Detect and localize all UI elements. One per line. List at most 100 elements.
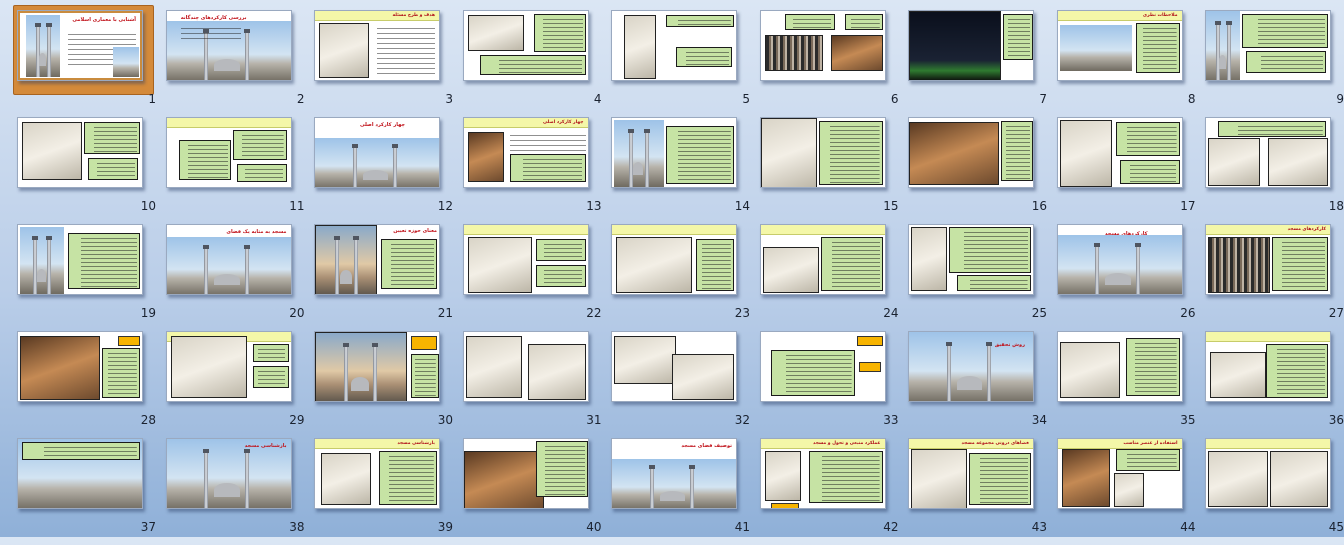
slide-preview[interactable] xyxy=(759,331,886,402)
slide-preview[interactable] xyxy=(314,331,440,402)
slide-thumbnail-27[interactable]: کارکردهای مسجد 27 xyxy=(1205,224,1344,331)
slide-thumbnail-10[interactable]: 10 xyxy=(17,117,166,224)
slide-photo xyxy=(1059,120,1112,187)
slide-preview[interactable] xyxy=(611,331,737,402)
slide-preview[interactable]: آشنایی با معماری اسلامی xyxy=(17,10,143,81)
slide-thumbnail-45[interactable]: 45 xyxy=(1205,438,1344,545)
slide-preview[interactable] xyxy=(611,10,737,81)
slide-number: 15 xyxy=(883,199,899,213)
slide-preview[interactable] xyxy=(462,10,589,81)
slide-thumbnail-13[interactable]: چهار کارکرد اصلی 13 xyxy=(462,117,612,224)
slide-preview[interactable]: بررسی کارکردهای چندگانه xyxy=(165,10,292,81)
slide-preview[interactable]: معنای حوزه تعیین xyxy=(314,224,440,295)
slide-thumbnail-19[interactable]: 19 xyxy=(17,224,166,331)
slide-thumbnail-29[interactable]: 29 xyxy=(165,331,315,438)
slide-preview[interactable] xyxy=(1056,117,1183,188)
slide-thumbnail-30[interactable]: 30 xyxy=(314,331,463,438)
slide-thumbnail-25[interactable]: 25 xyxy=(908,224,1057,331)
slide-preview[interactable] xyxy=(611,224,737,295)
slide-preview[interactable]: فضاهای درونی مجموعه مسجد xyxy=(908,438,1034,509)
slide-preview[interactable] xyxy=(908,117,1034,188)
slide-thumbnail-35[interactable]: 35 xyxy=(1056,331,1206,438)
slide-preview[interactable] xyxy=(165,331,292,402)
slide-thumbnail-38[interactable]: بازشناسی مسجد 38 xyxy=(165,438,315,545)
slide-preview[interactable]: استفاده از عنصر مناسب xyxy=(1056,438,1183,509)
slide-preview[interactable] xyxy=(611,117,737,188)
slide-thumbnail-41[interactable]: توصیف فضای مسجد 41 xyxy=(611,438,760,545)
text-box xyxy=(22,442,140,460)
slide-thumbnail-16[interactable]: 16 xyxy=(908,117,1057,224)
slide-preview[interactable]: توصیف فضای مسجد xyxy=(611,438,737,509)
slide-thumbnail-12[interactable]: چهار کارکرد اصلی 12 xyxy=(314,117,463,224)
slide-thumbnail-26[interactable]: کارکردهای مسجد 26 xyxy=(1056,224,1206,331)
slide-thumbnail-43[interactable]: فضاهای درونی مجموعه مسجد 43 xyxy=(908,438,1057,545)
slide-thumbnail-32[interactable]: 32 xyxy=(611,331,760,438)
slide-photo xyxy=(1208,237,1270,293)
slide-thumbnail-28[interactable]: 28 xyxy=(17,331,166,438)
slide-preview[interactable] xyxy=(1205,117,1331,188)
slide-thumbnail-40[interactable]: 40 xyxy=(462,438,612,545)
slide-preview[interactable] xyxy=(759,117,886,188)
slide-preview[interactable] xyxy=(462,331,589,402)
slide-thumbnail-9[interactable]: 9 xyxy=(1205,10,1344,117)
slide-thumbnail-11[interactable]: 11 xyxy=(165,117,315,224)
slide-thumbnail-15[interactable]: 15 xyxy=(759,117,909,224)
slide-thumbnail-18[interactable]: 18 xyxy=(1205,117,1344,224)
slide-thumbnail-2[interactable]: بررسی کارکردهای چندگانه 2 xyxy=(165,10,315,117)
slide-thumbnail-14[interactable]: 14 xyxy=(611,117,760,224)
slide-thumbnail-24[interactable]: 24 xyxy=(759,224,909,331)
slide-preview[interactable]: عملکرد منبعی و تحول و مسجد xyxy=(759,438,886,509)
slide-photo xyxy=(321,453,371,505)
slide-thumbnail-20[interactable]: مسجد به مثابه یک فضای 20 xyxy=(165,224,315,331)
slide-preview[interactable] xyxy=(165,117,292,188)
slide-thumbnail-34[interactable]: روش تحقیق 34 xyxy=(908,331,1057,438)
slide-preview[interactable]: چهار کارکرد اصلی xyxy=(462,117,589,188)
slide-preview[interactable] xyxy=(17,438,143,509)
slide-preview[interactable]: ملاحظات نظری xyxy=(1056,10,1183,81)
slide-preview[interactable]: مسجد به مثابه یک فضای xyxy=(165,224,292,295)
slide-preview[interactable]: کارکردهای مسجد xyxy=(1205,224,1331,295)
slide-preview[interactable] xyxy=(17,117,143,188)
slide-preview[interactable]: چهار کارکرد اصلی xyxy=(314,117,440,188)
slide-number: 25 xyxy=(1031,306,1047,320)
slide-preview[interactable] xyxy=(908,10,1034,81)
slide-thumbnail-36[interactable]: 36 xyxy=(1205,331,1344,438)
slide-preview[interactable] xyxy=(759,224,886,295)
slide-thumbnail-37[interactable]: 37 xyxy=(17,438,166,545)
slide-thumbnail-31[interactable]: 31 xyxy=(462,331,612,438)
slide-thumbnail-8[interactable]: ملاحظات نظری 8 xyxy=(1056,10,1206,117)
slide-preview[interactable] xyxy=(17,224,143,295)
slide-thumbnail-1[interactable]: آشنایی با معماری اسلامی 1 xyxy=(13,5,166,117)
text-box xyxy=(666,126,734,184)
slide-preview[interactable] xyxy=(462,438,589,509)
slide-thumbnail-5[interactable]: 5 xyxy=(611,10,760,117)
slide-preview[interactable] xyxy=(17,331,143,402)
slide-thumbnail-6[interactable]: 6 xyxy=(759,10,909,117)
slide-preview[interactable] xyxy=(1205,331,1331,402)
slide-preview[interactable] xyxy=(1205,10,1331,81)
slide-preview[interactable]: هدف و طرح مسئله xyxy=(314,10,440,81)
slide-thumbnail-4[interactable]: 4 xyxy=(462,10,612,117)
slide-preview[interactable] xyxy=(1056,331,1183,402)
slide-preview[interactable] xyxy=(462,224,589,295)
slide-preview[interactable]: روش تحقیق xyxy=(908,331,1034,402)
slide-thumbnail-42[interactable]: عملکرد منبعی و تحول و مسجد 42 xyxy=(759,438,909,545)
slide-number: 34 xyxy=(1031,413,1047,427)
slide-thumbnail-23[interactable]: 23 xyxy=(611,224,760,331)
slide-preview[interactable]: بازشناسی مسجد xyxy=(314,438,440,509)
slide-thumbnail-7[interactable]: 7 xyxy=(908,10,1057,117)
slide-preview[interactable] xyxy=(759,10,886,81)
slide-thumbnail-3[interactable]: هدف و طرح مسئله 3 xyxy=(314,10,463,117)
slide-preview[interactable]: بازشناسی مسجد xyxy=(165,438,292,509)
slide-thumbnail-22[interactable]: 22 xyxy=(462,224,612,331)
slide-photo xyxy=(467,15,524,51)
slide-thumbnail-21[interactable]: معنای حوزه تعیین 21 xyxy=(314,224,463,331)
slide-thumbnail-17[interactable]: 17 xyxy=(1056,117,1206,224)
slide-thumbnail-39[interactable]: بازشناسی مسجد 39 xyxy=(314,438,463,545)
slide-photo xyxy=(315,138,439,187)
slide-thumbnail-33[interactable]: 33 xyxy=(759,331,909,438)
slide-thumbnail-44[interactable]: استفاده از عنصر مناسب 44 xyxy=(1056,438,1206,545)
slide-preview[interactable]: کارکردهای مسجد xyxy=(1056,224,1183,295)
slide-preview[interactable] xyxy=(908,224,1034,295)
slide-preview[interactable] xyxy=(1205,438,1331,509)
